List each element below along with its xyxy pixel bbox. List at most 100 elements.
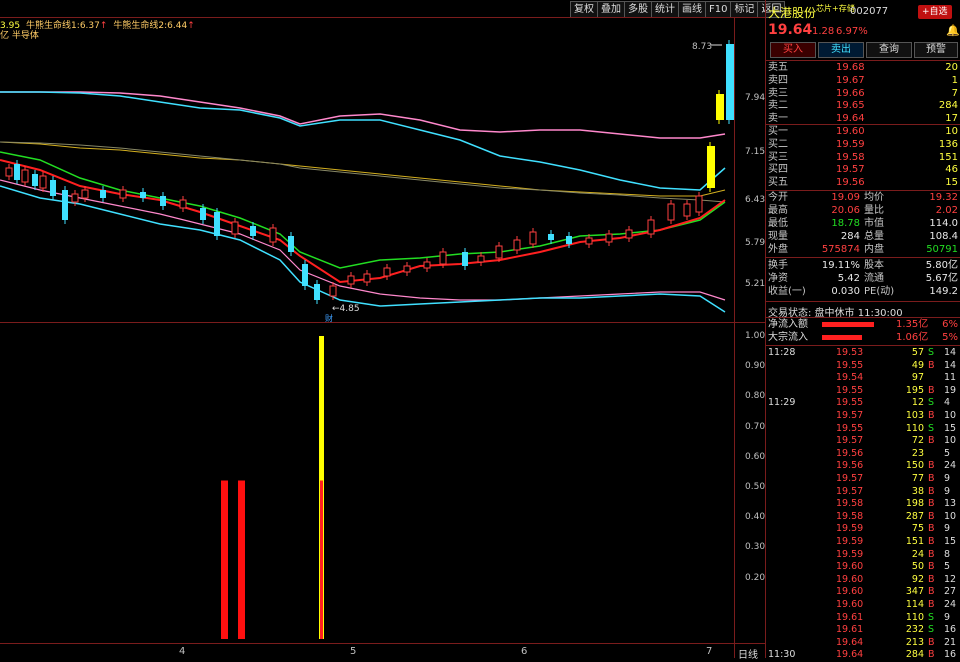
- toolbar-button-6[interactable]: 标记: [731, 1, 759, 18]
- stat-value: 19.11%: [821, 260, 860, 271]
- tick-row: 19.56 23 5: [766, 448, 960, 461]
- add-favorite-button[interactable]: +自选: [918, 5, 952, 19]
- book-volume: 7: [951, 87, 958, 99]
- tick-direction: B: [928, 548, 935, 560]
- tick-price: 19.57: [836, 473, 864, 484]
- tick-direction: B: [928, 586, 935, 598]
- candle: [667, 203, 675, 221]
- tick-time: 11:30: [768, 649, 796, 661]
- signal-bar: [238, 480, 245, 639]
- tick-count: 5: [944, 561, 951, 573]
- separator: [766, 257, 960, 258]
- book-label: 卖三: [768, 87, 788, 99]
- tick-volume: 232: [905, 624, 924, 636]
- tick-row: 19.60 114 B 24: [766, 599, 960, 612]
- tick-price: 19.60: [836, 573, 864, 585]
- tick-row: 11:28 19.53 57 S 14: [766, 347, 960, 360]
- toolbar-button-0[interactable]: 复权: [570, 1, 598, 18]
- tick-direction: B: [928, 460, 935, 472]
- stock-name: 大港股份: [768, 6, 817, 20]
- candle: [288, 236, 294, 252]
- chart-toolbar: 复权 叠加 多股 统计 画线 F10 标记 返回: [570, 1, 786, 18]
- tick-row: 19.57 103 B 10: [766, 410, 960, 423]
- tick-row: 19.57 77 B 9: [766, 473, 960, 486]
- tick-row: 19.57 38 B 9: [766, 486, 960, 499]
- alert-button[interactable]: 预警: [914, 42, 958, 58]
- tick-direction: B: [928, 649, 935, 661]
- tick-price: 19.55: [836, 359, 864, 371]
- tick-row: 19.61 110 S 9: [766, 612, 960, 625]
- tick-direction: S: [928, 624, 935, 636]
- stat-value: 50791: [926, 244, 958, 255]
- bid-row: 买五 19.56 15: [766, 176, 960, 189]
- tick-price: 19.57: [836, 410, 864, 421]
- tick-direction: S: [928, 611, 935, 623]
- tick-row: 19.55 195 B 19: [766, 385, 960, 398]
- tick-count: 5: [944, 447, 951, 459]
- candle: [200, 208, 206, 220]
- bell-icon[interactable]: 🔔: [946, 24, 960, 37]
- tick-row: 19.56 150 B 24: [766, 460, 960, 473]
- flow-value: 1.35亿: [896, 319, 929, 330]
- tick-volume: 284: [905, 649, 924, 661]
- tick-volume: 57: [911, 347, 924, 358]
- tick-volume: 49: [911, 359, 924, 371]
- stat-label: 内盘: [864, 244, 884, 255]
- x-axis-label: 4: [179, 646, 186, 657]
- toolbar-button-4[interactable]: 画线: [679, 1, 706, 18]
- stock-concept: 芯片+存储: [816, 4, 855, 13]
- lower-channel: [0, 185, 726, 313]
- candle: [302, 264, 308, 286]
- toolbar-button-1[interactable]: 叠加: [598, 1, 625, 18]
- stat-row: 收益(一) 0.030 PE(动) 149.2: [766, 285, 960, 298]
- candle: [329, 285, 337, 297]
- tick-count: 21: [944, 636, 957, 648]
- x-axis-line: [0, 643, 766, 644]
- tick-row: 19.58 287 B 10: [766, 511, 960, 524]
- flow-label: 大宗流入: [768, 332, 808, 343]
- toolbar-button-5[interactable]: F10: [706, 1, 732, 18]
- candle: [62, 190, 68, 220]
- candle: [726, 44, 734, 120]
- chart-right-border: [734, 18, 735, 658]
- candle: [50, 180, 56, 196]
- candle: [21, 169, 29, 183]
- flow-row: 大宗流入 1.06亿 5%: [766, 331, 960, 344]
- book-label: 买二: [768, 138, 788, 150]
- stat-label: 流通: [864, 273, 884, 284]
- flow-bar: [822, 335, 862, 340]
- book-price: 19.65: [836, 100, 865, 112]
- candlestick-chart[interactable]: ←4.85财: [0, 30, 734, 322]
- price-axis-label: 5.21: [745, 279, 766, 289]
- lifeline-1: [0, 151, 726, 269]
- candle: [513, 239, 521, 251]
- tick-price: 19.54: [836, 372, 864, 384]
- candle: [160, 196, 166, 206]
- lower-band: [0, 179, 726, 301]
- flow-row: 净流入额 1.35亿 6%: [766, 318, 960, 331]
- toolbar-button-2[interactable]: 多股: [625, 1, 652, 18]
- tick-direction: B: [928, 536, 935, 547]
- buy-button[interactable]: 买入: [770, 42, 816, 58]
- stat-label: 量比: [864, 205, 884, 216]
- tick-direction: S: [928, 347, 935, 358]
- book-label: 卖五: [768, 62, 788, 73]
- book-volume: 151: [938, 151, 958, 163]
- signal-bar-inner: [320, 480, 323, 639]
- tick-count: 4: [944, 397, 951, 409]
- bid-row: 买四 19.57 46: [766, 163, 960, 176]
- stat-value: 5.80亿: [925, 260, 958, 271]
- stat-row: 净资 5.42 流通 5.67亿: [766, 272, 960, 285]
- period-label[interactable]: 日线: [738, 646, 758, 661]
- price-axis-label: 5.79: [745, 238, 766, 248]
- book-label: 买三: [768, 151, 788, 163]
- indicator-pane[interactable]: [0, 323, 734, 643]
- book-volume: 10: [945, 126, 958, 137]
- toolbar-button-3[interactable]: 统计: [652, 1, 679, 18]
- query-button[interactable]: 查询: [866, 42, 912, 58]
- candle: [5, 167, 13, 177]
- tick-direction: S: [928, 397, 935, 409]
- sell-button[interactable]: 卖出: [818, 42, 864, 58]
- candle: [695, 195, 703, 213]
- tick-price: 19.58: [836, 510, 864, 522]
